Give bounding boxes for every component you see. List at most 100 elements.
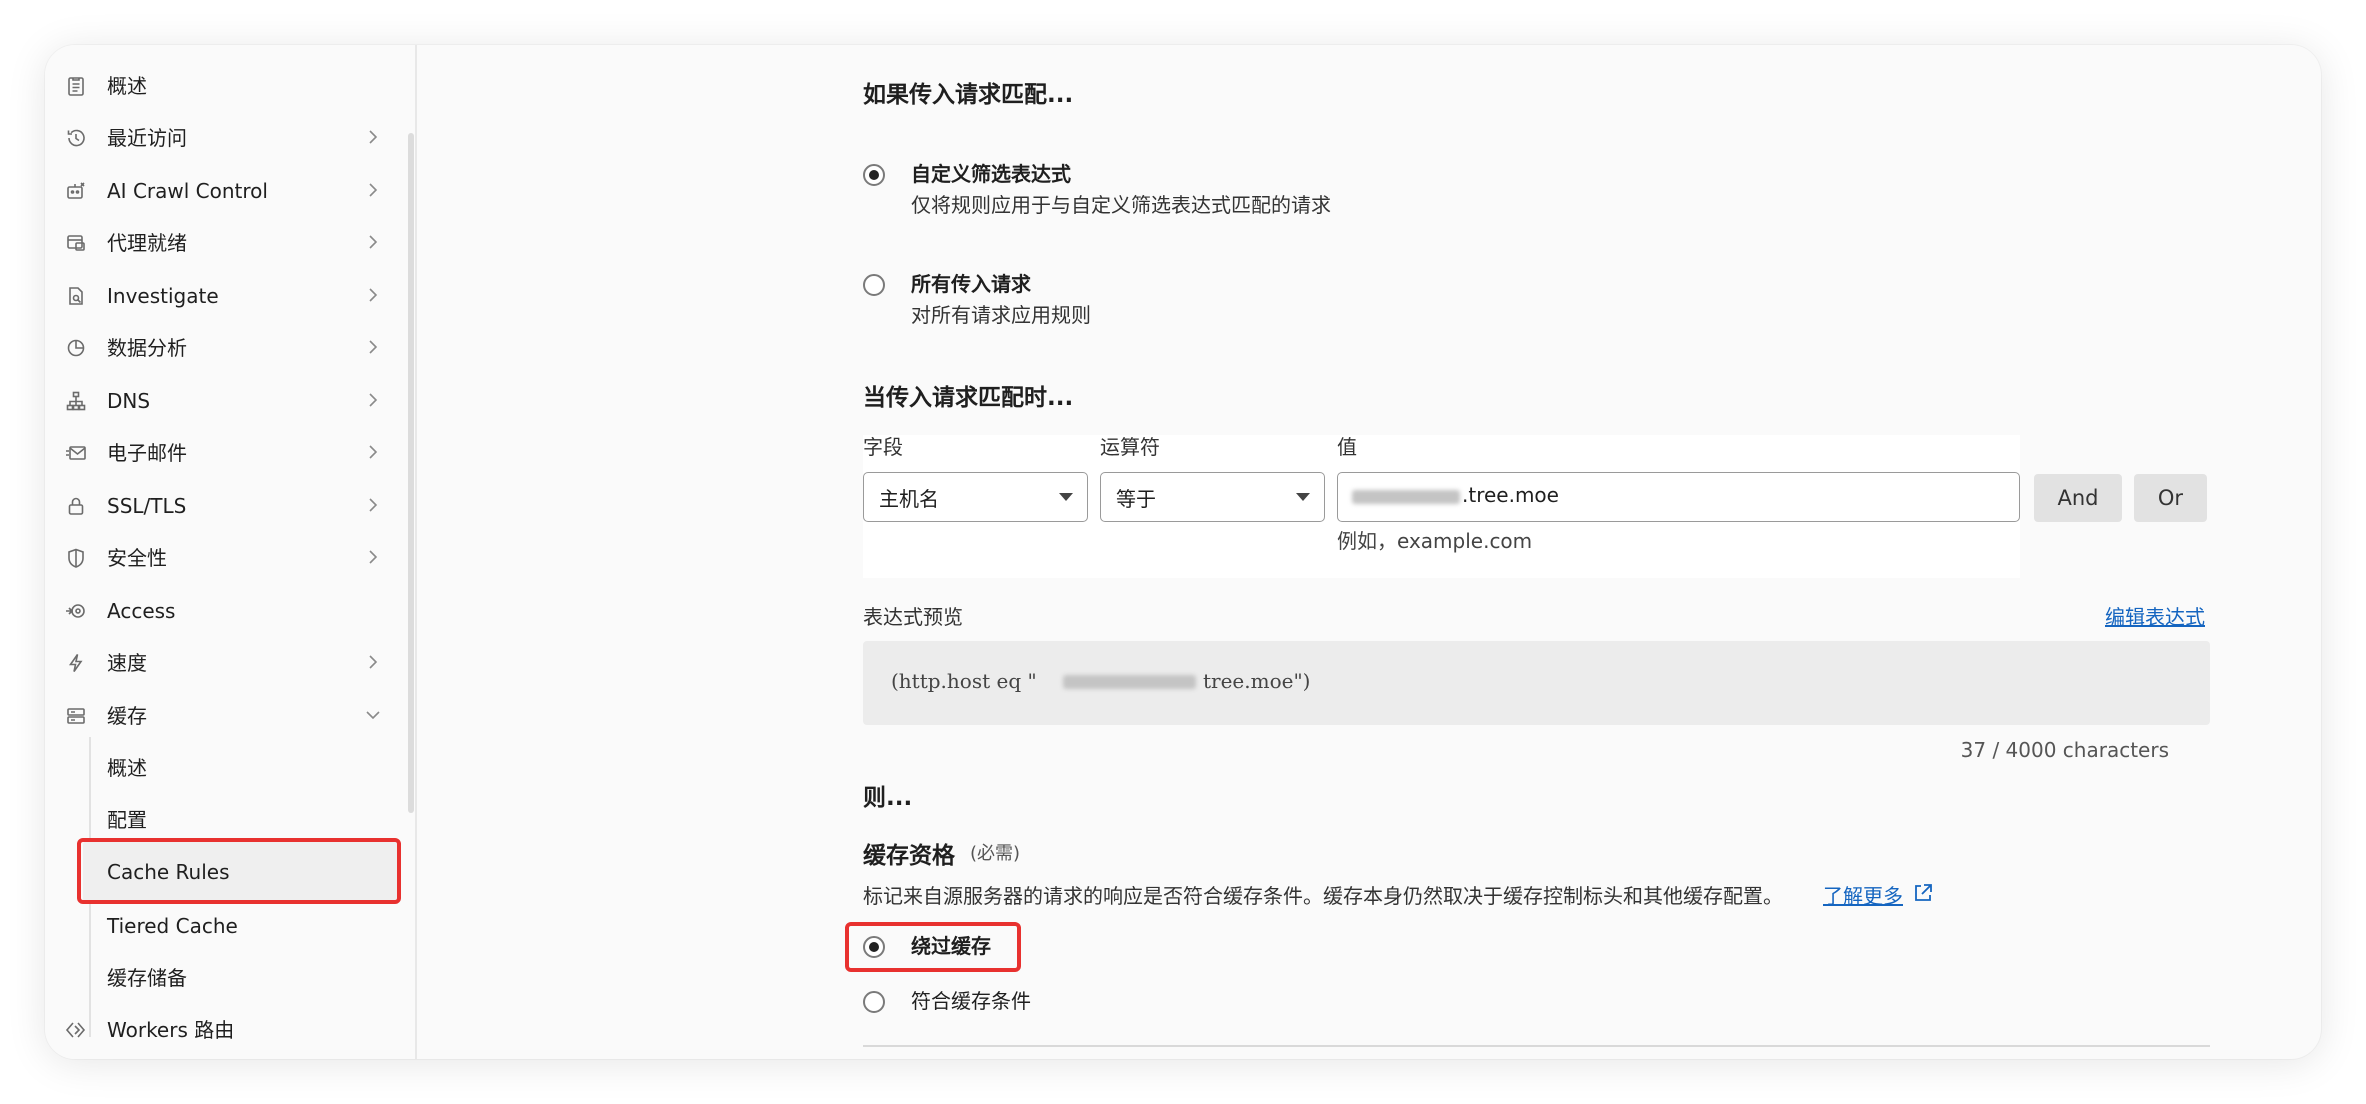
external-link-icon[interactable] [1912, 882, 1934, 904]
sidebar-item-label: 安全性 [107, 546, 167, 570]
sidebar-subitem-cache-reserve[interactable]: 缓存储备 [107, 952, 407, 1002]
sidebar-item-security[interactable]: 安全性 [45, 532, 415, 584]
chevron-right-icon [362, 441, 384, 463]
sidebar-item-label: Workers 路由 [107, 1018, 235, 1042]
sidebar-item-label: Investigate [107, 284, 219, 308]
option-all-title[interactable]: 所有传入请求 [911, 268, 1031, 297]
chevron-down-icon [362, 704, 384, 726]
caret-down-icon [1296, 493, 1310, 501]
radio-all-requests[interactable] [863, 274, 885, 296]
required-label: (必需) [970, 843, 1021, 864]
sidebar-item-overview[interactable]: 概述 [45, 60, 415, 112]
when-heading: 当传入请求匹配时... [863, 385, 1074, 411]
radio-eligible-cache[interactable] [863, 991, 885, 1013]
workers-icon [65, 1019, 87, 1041]
sidebar-subitem-label: Tiered Cache [107, 914, 238, 938]
highlight-box-cache-rules [77, 838, 401, 904]
redacted-hostname [1352, 490, 1460, 504]
sidebar-item-label: 电子邮件 [107, 441, 187, 465]
shield-icon [65, 547, 87, 569]
redacted-preview-host [1063, 675, 1196, 689]
value-hint: 例如，example.com [1337, 529, 1533, 553]
lock-icon [65, 495, 87, 517]
operator-select-value: 等于 [1116, 487, 1156, 511]
sidebar-item-investigate[interactable]: Investigate [45, 270, 415, 322]
highlight-box-bypass-cache [845, 922, 1021, 972]
history-icon [65, 127, 87, 149]
sidebar-item-label: Access [107, 599, 176, 623]
proxy-icon [65, 232, 87, 254]
sidebar-item-email[interactable]: 电子邮件 [45, 427, 415, 479]
operator-select[interactable]: 等于 [1100, 472, 1325, 522]
sidebar-item-analytics[interactable]: 数据分析 [45, 322, 415, 374]
or-button[interactable]: Or [2134, 474, 2207, 522]
expression-preview: (http.host eq " tree.moe") [863, 641, 2210, 725]
sidebar-item-dns[interactable]: DNS [45, 375, 415, 427]
sidebar-item-label: 代理就绪 [107, 231, 187, 255]
sidebar-item-ssl-tls[interactable]: SSL/TLS [45, 480, 415, 532]
chevron-right-icon [362, 389, 384, 411]
edit-expression-link[interactable]: 编辑表达式 [2105, 601, 2205, 630]
chevron-right-icon [362, 126, 384, 148]
chevron-right-icon [362, 284, 384, 306]
dashboard-window: 概述 最近访问 AI Crawl Control 代理就绪 Investigat… [45, 45, 2321, 1059]
storage-icon [65, 705, 87, 727]
character-counter: 37 / 4000 characters [1960, 738, 2169, 762]
sidebar-item-speed[interactable]: 速度 [45, 637, 415, 689]
match-heading: 如果传入请求匹配... [863, 82, 1074, 108]
chevron-right-icon [362, 336, 384, 358]
sidebar-item-recent[interactable]: 最近访问 [45, 112, 415, 164]
network-icon [65, 390, 87, 412]
sidebar-item-workers-routes[interactable]: Workers 路由 [45, 1004, 415, 1056]
sidebar-subitem-cache-overview[interactable]: 概述 [107, 742, 407, 792]
section-divider [863, 1045, 2210, 1047]
value-input[interactable]: .tree.moe [1337, 472, 2020, 522]
cache-eligibility-heading: 缓存资格 [863, 843, 955, 869]
eligible-cache-label[interactable]: 符合缓存条件 [911, 985, 1031, 1014]
sidebar-subitem-cache-config[interactable]: 配置 [107, 794, 407, 844]
email-icon [65, 442, 87, 464]
expression-code-suffix: tree.moe") [1203, 669, 1311, 693]
operator-label: 运算符 [1100, 435, 1160, 459]
value-label: 值 [1337, 435, 1357, 459]
sidebar-item-label: SSL/TLS [107, 494, 187, 518]
access-icon [65, 600, 87, 622]
and-button[interactable]: And [2034, 474, 2122, 522]
clipboard-icon [65, 75, 87, 97]
sidebar-item-ai-crawl-control[interactable]: AI Crawl Control [45, 165, 415, 217]
sidebar-item-label: DNS [107, 389, 151, 413]
sidebar-item-label: 数据分析 [107, 336, 187, 360]
option-custom-title[interactable]: 自定义筛选表达式 [911, 158, 1071, 187]
option-custom-desc: 仅将规则应用于与自定义筛选表达式匹配的请求 [911, 193, 1331, 217]
chevron-right-icon [362, 179, 384, 201]
sidebar: 概述 最近访问 AI Crawl Control 代理就绪 Investigat… [45, 45, 417, 1059]
field-select-value: 主机名 [879, 487, 939, 511]
sidebar-item-access[interactable]: Access [45, 585, 415, 637]
expression-code-prefix: (http.host eq " [891, 669, 1037, 693]
then-heading: 则... [863, 785, 913, 811]
sidebar-item-cache[interactable]: 缓存 [45, 690, 415, 742]
pie-chart-icon [65, 337, 87, 359]
sidebar-subitem-label: 缓存储备 [107, 966, 187, 990]
chevron-right-icon [362, 231, 384, 253]
chevron-right-icon [362, 546, 384, 568]
sidebar-subitem-tiered-cache[interactable]: Tiered Cache [107, 900, 407, 950]
sidebar-item-label: 速度 [107, 651, 147, 675]
radio-custom-expression[interactable] [863, 164, 885, 186]
field-label: 字段 [863, 435, 903, 459]
option-all-desc: 对所有请求应用规则 [911, 303, 1091, 327]
chevron-right-icon [362, 494, 384, 516]
sidebar-item-label: 概述 [107, 74, 147, 98]
sidebar-item-label: 缓存 [107, 704, 147, 728]
robot-icon [65, 180, 87, 202]
sidebar-subitem-label: 概述 [107, 756, 147, 780]
sidebar-item-label: AI Crawl Control [107, 179, 268, 203]
cache-eligibility-desc: 标记来自源服务器的请求的响应是否符合缓存条件。缓存本身仍然取决于缓存控制标头和其… [863, 884, 1783, 908]
sidebar-item-proxy-ready[interactable]: 代理就绪 [45, 217, 415, 269]
sidebar-subitem-label: 配置 [107, 808, 147, 832]
sidebar-item-label: 最近访问 [107, 126, 187, 150]
learn-more-link[interactable]: 了解更多 [1823, 880, 1903, 909]
main-content: 如果传入请求匹配... 自定义筛选表达式 仅将规则应用于与自定义筛选表达式匹配的… [417, 45, 2321, 1059]
field-select[interactable]: 主机名 [863, 472, 1088, 522]
document-search-icon [65, 285, 87, 307]
